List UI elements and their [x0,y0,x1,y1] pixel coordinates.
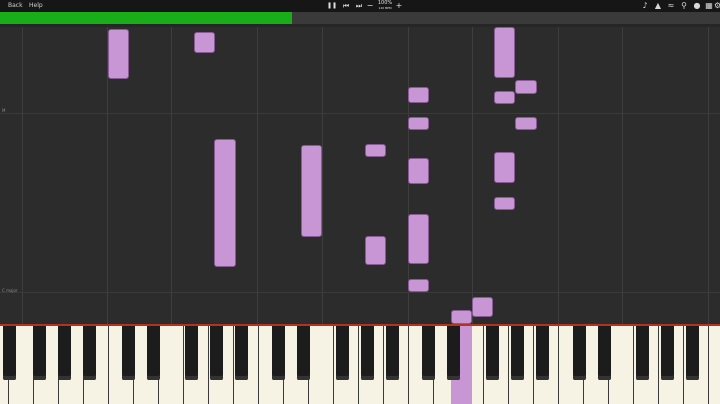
note-block [515,117,537,130]
black-key[interactable] [447,326,460,380]
note-block [408,158,429,184]
note-block [365,144,386,157]
grid-line [0,113,720,114]
piano-roll: M C major [0,27,720,324]
grid-line [0,292,720,293]
previous-button[interactable]: ⏮ [341,0,351,12]
waveform-icon[interactable]: ≈ [666,1,676,11]
speed-up-button[interactable]: + [395,0,403,12]
song-progress-bar[interactable]: 1/4 2 [0,12,720,36]
black-key[interactable] [297,326,310,380]
black-key[interactable] [83,326,96,380]
note-block [408,214,429,264]
speed-down-button[interactable]: − [366,0,374,12]
black-key[interactable] [210,326,223,380]
white-key[interactable] [609,326,634,404]
note-block [408,87,429,103]
grid-line [558,27,559,324]
song-progress-fill [0,12,292,24]
grid-line [22,27,23,324]
black-key[interactable] [33,326,46,380]
note-block [515,80,537,94]
note-block [408,117,429,130]
pause-button[interactable]: ❚❚ [327,0,337,12]
next-button[interactable]: ⏭ [354,0,364,12]
note-block [214,139,236,267]
black-key[interactable] [122,326,135,380]
note-block [472,297,493,317]
white-key[interactable] [309,326,334,404]
note-block [194,32,215,53]
black-key[interactable] [486,326,499,380]
black-key[interactable] [511,326,524,380]
back-button[interactable]: Back [8,0,23,12]
grid-line [472,27,473,324]
note-block [301,145,322,237]
lane-label-lower: C major [2,288,18,293]
black-key[interactable] [686,326,699,380]
black-key[interactable] [336,326,349,380]
note-block [451,310,472,324]
black-key[interactable] [58,326,71,380]
grid-line [708,27,709,324]
top-bar: Back Help ❚❚ ⏮ ⏭ − 100% 120 BPM + ♪ ▲ ≈ … [0,0,720,12]
note-block [494,27,515,78]
black-key[interactable] [235,326,248,380]
white-key[interactable] [159,326,184,404]
black-key[interactable] [422,326,435,380]
black-key[interactable] [598,326,611,380]
black-key[interactable] [3,326,16,380]
black-key[interactable] [386,326,399,380]
black-key[interactable] [147,326,160,380]
search-icon[interactable]: ⚲ [679,1,689,11]
lane-label-upper: M [2,108,6,113]
black-key[interactable] [636,326,649,380]
note-block [108,29,129,79]
piano-keyboard[interactable] [0,326,720,404]
keyboard-icon[interactable]: ▦ [704,1,714,11]
black-key[interactable] [536,326,549,380]
black-key[interactable] [361,326,374,380]
note-block [494,152,515,183]
metronome-icon[interactable]: ▲ [653,1,663,11]
grid-line [171,27,172,324]
black-key[interactable] [272,326,285,380]
white-key[interactable] [709,326,720,404]
grid-line [257,27,258,324]
black-key[interactable] [185,326,198,380]
note-icon[interactable]: ♪ [640,1,650,11]
help-button[interactable]: Help [29,0,43,12]
note-block [365,236,386,265]
pin-icon[interactable]: ● [692,1,702,11]
note-block [494,197,515,210]
black-key[interactable] [661,326,674,380]
note-block [494,91,515,104]
black-key[interactable] [573,326,586,380]
settings-icon[interactable]: ⚙ [714,1,720,11]
grid-line [322,27,323,324]
note-block [408,279,429,292]
grid-line [622,27,623,324]
